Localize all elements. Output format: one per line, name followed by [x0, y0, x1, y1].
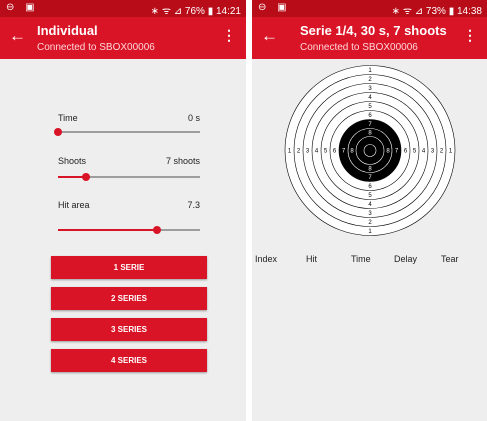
hit-area-slider-fill: [58, 229, 158, 231]
time-slider-thumb[interactable]: [54, 128, 62, 136]
serie-screen: ⊖ ▣ ∗ ᯤ ⊿ 73% ▮ 14:38 ← Serie 1/4, 30 s,…: [252, 0, 487, 421]
app-bar: ← Serie 1/4, 30 s, 7 shoots Connected to…: [252, 17, 487, 59]
column-tear: Tear: [441, 254, 459, 264]
four-series-button[interactable]: 4 SERIES: [51, 349, 207, 372]
hit-area-slider[interactable]: [58, 226, 200, 234]
shoots-slider[interactable]: [58, 173, 200, 181]
hit-area-label: Hit area: [58, 200, 90, 210]
screen-title: Serie 1/4, 30 s, 7 shoots: [300, 23, 447, 38]
hit-area-value: 7.3: [187, 200, 200, 210]
overflow-menu-icon[interactable]: ⋮: [222, 27, 236, 44]
time-slider[interactable]: [54, 128, 200, 136]
hit-area-slider-thumb[interactable]: [153, 226, 162, 234]
notification-icons: ⊖ ▣: [258, 2, 291, 13]
status-indicators: ∗ ᯤ ⊿ 76% ▮ 14:21: [150, 6, 241, 17]
status-bar: ⊖ ▣ ∗ ᯤ ⊿ 73% ▮ 14:38: [252, 0, 487, 17]
column-hit: Hit: [306, 254, 317, 264]
column-index: Index: [255, 254, 278, 264]
shoots-label: Shoots: [58, 156, 87, 166]
notification-icons: ⊖ ▣: [6, 2, 39, 13]
two-series-button[interactable]: 2 SERIES: [51, 287, 207, 310]
shoots-value: 7 shoots: [165, 156, 200, 166]
connection-status: Connected to SBOX00006: [37, 42, 155, 53]
time-value: 0 s: [187, 113, 200, 123]
status-bar: ⊖ ▣ ∗ ᯤ ⊿ 76% ▮ 14:21: [0, 0, 246, 17]
individual-screen: ⊖ ▣ ∗ ᯤ ⊿ 76% ▮ 14:21 ← Individual Conne…: [0, 0, 246, 421]
back-arrow-icon[interactable]: ←: [9, 26, 26, 46]
back-arrow-icon[interactable]: ←: [261, 26, 278, 46]
column-time: Time: [351, 254, 371, 264]
shooting-target: 111 1222 2333 3444 4555 5666 6777 7888 8: [284, 65, 456, 236]
connection-status: Connected to SBOX00006: [300, 42, 418, 53]
shoots-slider-thumb[interactable]: [82, 173, 91, 181]
column-delay: Delay: [394, 254, 418, 264]
status-indicators: ∗ ᯤ ⊿ 73% ▮ 14:38: [391, 6, 482, 17]
one-serie-button[interactable]: 1 SERIE: [51, 256, 207, 279]
screen-title: Individual: [37, 23, 98, 38]
app-bar: ← Individual Connected to SBOX00006 ⋮: [0, 17, 246, 59]
time-label: Time: [58, 113, 78, 123]
overflow-menu-icon[interactable]: ⋮: [463, 27, 477, 44]
three-series-button[interactable]: 3 SERIES: [51, 318, 207, 341]
